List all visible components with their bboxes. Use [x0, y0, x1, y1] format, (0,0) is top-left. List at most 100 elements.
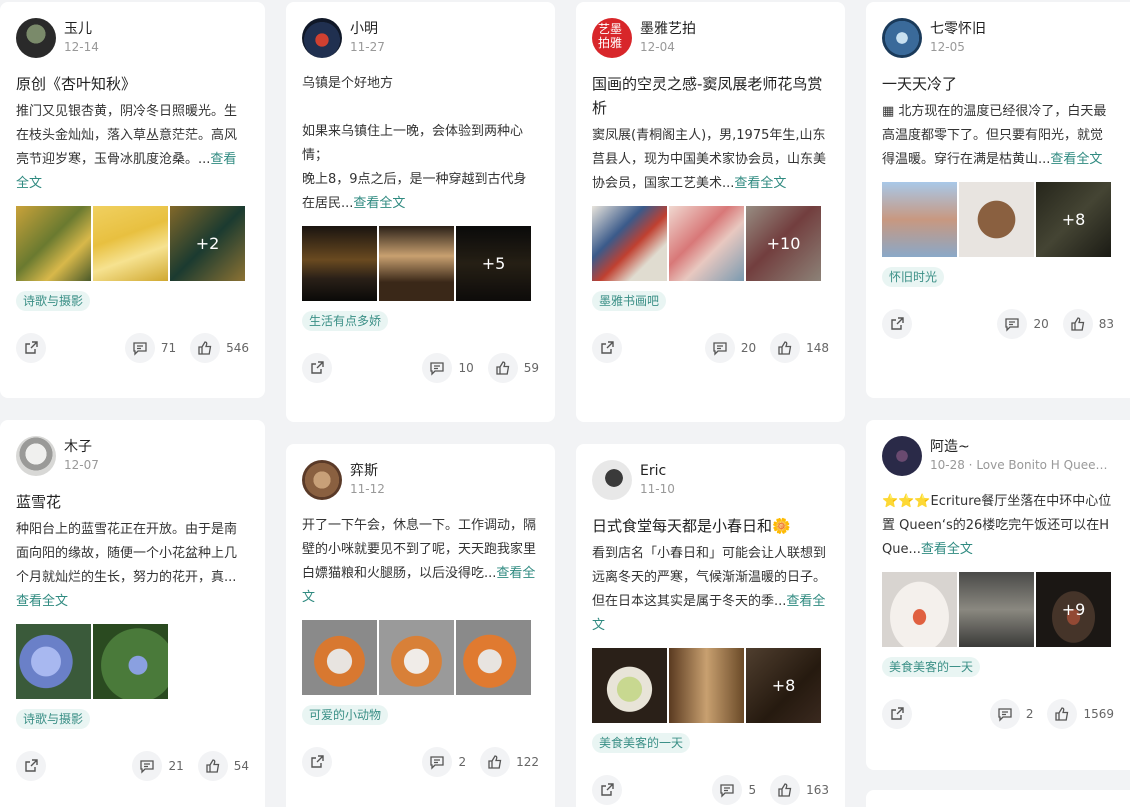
more-images-count[interactable]: +8 — [1036, 182, 1111, 257]
post-image[interactable]: +8 — [746, 648, 821, 723]
post-card[interactable]: 七零怀旧 12-05 一天天冷了 ▦ 北方现在的温度已经很冷了，白天最高温度都零下… — [866, 2, 1130, 398]
topic-tag[interactable]: 美食美客的一天 — [592, 733, 691, 753]
topic-tag[interactable]: 生活有点多娇 — [302, 311, 389, 331]
post-card[interactable]: Eric 11-10 日式食堂每天都是小春日和🌼 看到店名「小春日和」可能会让人联… — [576, 444, 845, 807]
share-icon[interactable] — [302, 353, 332, 383]
post-image[interactable]: +9 — [1036, 572, 1111, 647]
comment-icon[interactable] — [132, 751, 163, 781]
topic-tag[interactable]: 诗歌与摄影 — [16, 291, 91, 311]
post-image[interactable] — [669, 648, 744, 723]
post-card[interactable]: 阿造~ 10-28 · Love Bonito H Queen... ⭐⭐⭐Ecr… — [866, 420, 1130, 770]
author-name[interactable]: Eric — [640, 462, 675, 480]
comment-icon[interactable] — [712, 775, 743, 805]
share-icon[interactable] — [882, 699, 912, 729]
like-icon[interactable] — [480, 747, 511, 777]
post-image[interactable] — [379, 226, 454, 301]
avatar[interactable] — [592, 460, 632, 500]
post-card[interactable]: 木子 12-07 蓝雪花 种阳台上的蓝雪花正在开放。由于是南面向阳的缘故，随便一个… — [0, 420, 265, 807]
post-image[interactable] — [959, 182, 1034, 257]
read-more-link[interactable]: 查看全文 — [16, 594, 68, 609]
post-image[interactable] — [302, 620, 377, 695]
post-image[interactable] — [302, 226, 377, 301]
comment-icon[interactable] — [422, 353, 453, 383]
avatar[interactable] — [882, 18, 922, 58]
post-image[interactable]: +10 — [746, 206, 821, 281]
share-icon[interactable] — [592, 333, 622, 363]
post-title[interactable]: 蓝雪花 — [16, 490, 249, 514]
like-icon[interactable] — [487, 353, 518, 383]
excerpt-text: 乌镇是个好地方 如果来乌镇住上一晚，会体验到两种心情； 晚上8，9点之后，是一种… — [302, 76, 527, 211]
share-icon[interactable] — [16, 751, 46, 781]
post-image[interactable] — [93, 624, 168, 699]
more-images-count[interactable]: +8 — [746, 648, 821, 723]
author-name[interactable]: 玉儿 — [64, 20, 99, 38]
more-images-count[interactable]: +2 — [170, 206, 245, 281]
post-image[interactable]: +2 — [170, 206, 245, 281]
post-image[interactable] — [93, 206, 168, 281]
topic-tag[interactable]: 诗歌与摄影 — [16, 709, 91, 729]
post-image[interactable] — [669, 206, 744, 281]
post-image[interactable]: +8 — [1036, 182, 1111, 257]
topic-tag[interactable]: 美食美客的一天 — [882, 657, 981, 677]
share-icon[interactable] — [302, 747, 332, 777]
read-more-link[interactable]: 查看全文 — [353, 196, 405, 211]
author-name[interactable]: 墨雅艺拍 — [640, 20, 696, 38]
post-card[interactable]: 小明 11-27 乌镇是个好地方 如果来乌镇住上一晚，会体验到两种心情； 晚上8，… — [286, 2, 555, 422]
share-icon[interactable] — [16, 333, 46, 363]
post-card[interactable]: 玉儿 12-14 原创《杏叶知秋》 推门又见银杏黄，阴冷冬日照暖光。生在枝头金灿灿… — [0, 2, 265, 398]
post-excerpt: 看到店名「小春日和」可能会让人联想到远离冬天的严寒，气候渐渐温暖的日子。但在日本… — [592, 542, 829, 638]
like-icon[interactable] — [190, 333, 221, 363]
topic-tag[interactable]: 怀旧时光 — [882, 267, 945, 287]
read-more-link[interactable]: 查看全文 — [1050, 152, 1102, 167]
post-image[interactable] — [882, 572, 957, 647]
comment-icon[interactable] — [989, 699, 1020, 729]
post-title[interactable]: 一天天冷了 — [882, 72, 1114, 96]
like-icon[interactable] — [770, 333, 801, 363]
post-image[interactable]: +5 — [456, 226, 531, 301]
post-image[interactable] — [882, 182, 957, 257]
author-name[interactable]: 阿造~ — [930, 438, 1110, 456]
like-icon[interactable] — [1047, 699, 1078, 729]
more-images-count[interactable]: +5 — [456, 226, 531, 301]
more-images-count[interactable]: +9 — [1036, 572, 1111, 647]
share-icon[interactable] — [592, 775, 622, 805]
post-image[interactable] — [592, 648, 667, 723]
post-image[interactable] — [16, 624, 91, 699]
post-image[interactable] — [456, 620, 531, 695]
comment-icon[interactable] — [422, 747, 453, 777]
avatar[interactable] — [16, 18, 56, 58]
author-name[interactable]: 七零怀旧 — [930, 20, 986, 38]
avatar[interactable] — [16, 436, 56, 476]
author-name[interactable]: 木子 — [64, 438, 99, 456]
author-name[interactable]: 弈斯 — [350, 462, 385, 480]
comment-icon[interactable] — [997, 309, 1028, 339]
read-more-link[interactable]: 查看全文 — [921, 542, 973, 557]
post-title[interactable]: 日式食堂每天都是小春日和🌼 — [592, 514, 829, 538]
post-image[interactable] — [379, 620, 454, 695]
post-actions: 2 122 — [302, 747, 539, 777]
read-more-link[interactable]: 查看全文 — [734, 176, 786, 191]
avatar[interactable] — [882, 436, 922, 476]
post-image[interactable] — [959, 572, 1034, 647]
avatar[interactable] — [302, 18, 342, 58]
post-card[interactable] — [866, 790, 1130, 807]
avatar[interactable]: 艺墨 拍雅 — [592, 18, 632, 58]
author-name[interactable]: 小明 — [350, 20, 385, 38]
share-icon[interactable] — [882, 309, 912, 339]
post-card[interactable]: 弈斯 11-12 开了一下午会，休息一下。工作调动，隔壁的小咪就要见不到了呢，天天… — [286, 444, 555, 807]
more-images-count[interactable]: +10 — [746, 206, 821, 281]
post-image[interactable] — [16, 206, 91, 281]
post-title[interactable]: 国画的空灵之感-窦凤展老师花鸟赏析 — [592, 72, 829, 120]
post-title[interactable]: 原创《杏叶知秋》 — [16, 72, 249, 96]
like-icon[interactable] — [770, 775, 801, 805]
like-icon[interactable] — [197, 751, 228, 781]
comment-icon[interactable] — [704, 333, 735, 363]
image-strip — [16, 624, 249, 699]
avatar[interactable] — [302, 460, 342, 500]
topic-tag[interactable]: 可爱的小动物 — [302, 705, 389, 725]
post-image[interactable] — [592, 206, 667, 281]
comment-icon[interactable] — [124, 333, 155, 363]
post-card[interactable]: 艺墨 拍雅 墨雅艺拍 12-04 国画的空灵之感-窦凤展老师花鸟赏析 窦凤展(青桐阁… — [576, 2, 845, 422]
topic-tag[interactable]: 墨雅书画吧 — [592, 291, 667, 311]
like-icon[interactable] — [1062, 309, 1093, 339]
